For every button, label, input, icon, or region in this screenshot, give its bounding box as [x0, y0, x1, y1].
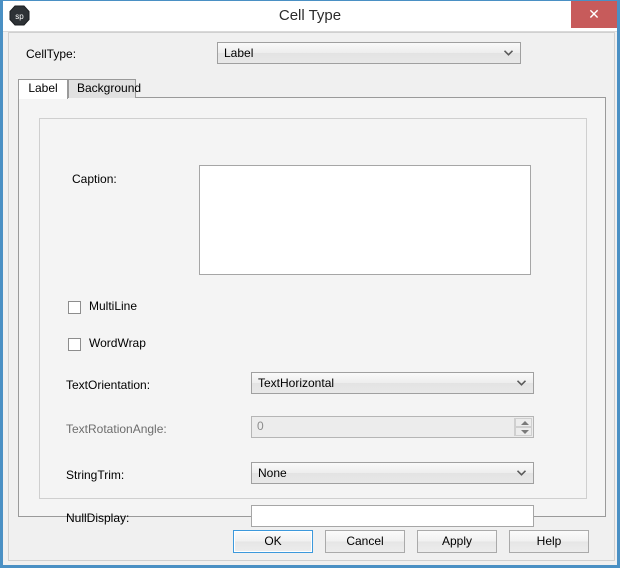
celltype-label: CellType:: [26, 47, 77, 61]
tab-background[interactable]: Background: [68, 79, 141, 98]
multiline-checkbox[interactable]: [68, 301, 81, 314]
page-title: Cell Type: [278, 7, 342, 24]
close-icon[interactable]: ✕: [571, 1, 617, 28]
textorientation-label: TextOrientation:: [66, 378, 151, 392]
textorientation-select[interactable]: TextHorizontal: [251, 372, 534, 394]
cancel-button[interactable]: Cancel: [325, 530, 405, 553]
multiline-label: MultiLine: [89, 299, 138, 313]
textorientation-select-value: TextHorizontal: [258, 376, 335, 390]
caption-label: Caption:: [72, 172, 117, 186]
tab-panel-label: Caption: MultiLine WordWrap TextOrientat…: [18, 97, 606, 527]
dialog-body: CellType: Label Label Background Caption…: [8, 32, 615, 561]
stepper-up-icon[interactable]: [515, 418, 532, 427]
celltype-select[interactable]: Label: [217, 42, 521, 64]
chevron-down-icon: [516, 463, 527, 483]
help-button[interactable]: Help: [509, 530, 589, 553]
ok-button[interactable]: OK: [233, 530, 313, 553]
stepper-down-icon[interactable]: [515, 427, 532, 436]
wordwrap-label: WordWrap: [89, 336, 146, 350]
label-settings-group: Caption: MultiLine WordWrap TextOrientat…: [39, 118, 587, 527]
tab-label[interactable]: Label: [18, 79, 68, 99]
chevron-down-icon: [503, 43, 514, 63]
stepper-buttons: [514, 418, 532, 436]
wordwrap-checkbox[interactable]: [68, 338, 81, 351]
stringtrim-select-value: None: [258, 466, 287, 480]
stringtrim-label: StringTrim:: [66, 468, 125, 482]
apply-button[interactable]: Apply: [417, 530, 497, 553]
tabstrip: Label Background: [18, 79, 606, 99]
title-bar: sp Cell Type ✕: [3, 1, 617, 32]
nulldisplay-input[interactable]: [251, 505, 534, 527]
celltype-select-value: Label: [224, 46, 254, 60]
nulldisplay-label: NullDisplay:: [66, 511, 130, 525]
textrotationangle-value: 0: [257, 419, 264, 433]
textrotationangle-label: TextRotationAngle:: [66, 422, 167, 436]
stringtrim-select[interactable]: None: [251, 462, 534, 484]
cell-type-dialog-window: sp Cell Type ✕ CellType: Label Label Bac…: [0, 0, 620, 568]
textrotationangle-stepper[interactable]: 0: [251, 416, 534, 438]
caption-textarea[interactable]: [199, 165, 531, 275]
chevron-down-icon: [516, 373, 527, 393]
